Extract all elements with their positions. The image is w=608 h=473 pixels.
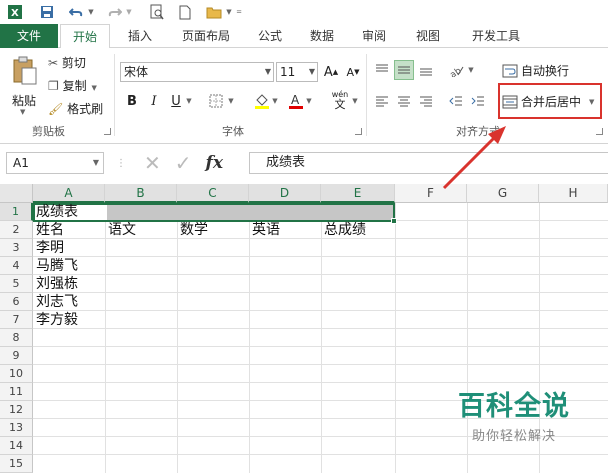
watermark: 百科全说 助你轻松解决 [434,384,594,446]
watermark-title: 百科全说 [458,391,570,422]
watermark-subtitle: 助你轻松解决 [471,429,556,444]
